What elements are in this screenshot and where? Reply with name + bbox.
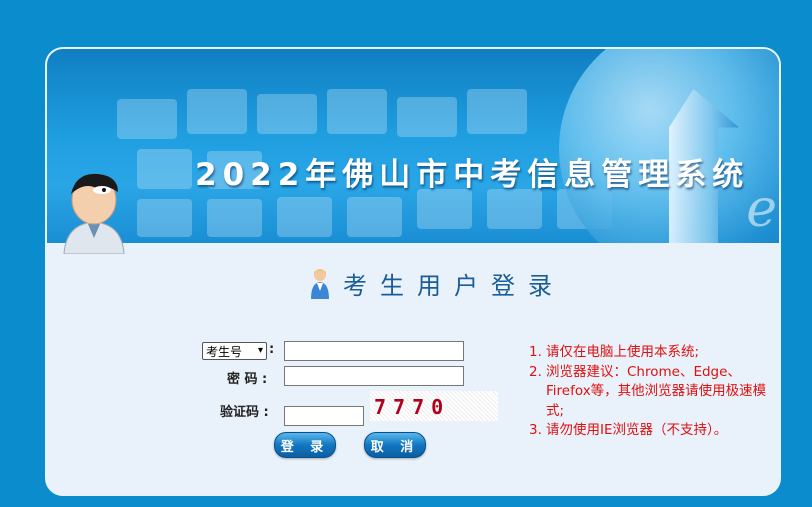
notice-number: 3. (529, 422, 542, 438)
captcha-label: 验证码 : (220, 405, 269, 420)
captcha-image[interactable]: 7770 (370, 391, 498, 421)
cancel-button[interactable]: 取 消 (364, 432, 426, 458)
notice-number: 1. (529, 344, 542, 360)
notice-item: 2. 浏览器建议：Chrome、Edge、Firefox等，其他浏览器请使用极速… (529, 363, 779, 422)
login-panel: e 2022年佛山市中考信息管理系统 考生用户登录 考生号 ▾ : 密 码 : … (45, 47, 781, 496)
chevron-down-icon: ▾ (257, 345, 263, 356)
captcha-input[interactable] (284, 406, 364, 426)
notice-number: 2. (529, 363, 542, 380)
notice-text: 浏览器建议：Chrome、Edge、Firefox等，其他浏览器请使用极速模式; (546, 363, 767, 419)
id-type-select[interactable]: 考生号 ▾ (202, 342, 267, 360)
notice-item: 3. 请勿使用IE浏览器（不支持）。 (529, 421, 779, 441)
captcha-text: 7770 (374, 395, 451, 419)
id-type-colon: : (269, 342, 275, 357)
login-button[interactable]: 登 录 (274, 432, 336, 458)
notice-text: 请勿使用IE浏览器（不支持）。 (546, 422, 728, 438)
notice-item: 1. 请仅在电脑上使用本系统; (529, 343, 779, 363)
exam-number-input[interactable] (284, 341, 464, 361)
password-label: 密 码 : (227, 372, 268, 387)
notice-text: 请仅在电脑上使用本系统; (546, 344, 700, 360)
password-input[interactable] (284, 366, 464, 386)
notice-list: 1. 请仅在电脑上使用本系统; 2. 浏览器建议：Chrome、Edge、Fir… (529, 343, 779, 441)
user-avatar-icon (63, 173, 125, 254)
id-type-selected: 考生号 (206, 344, 243, 359)
